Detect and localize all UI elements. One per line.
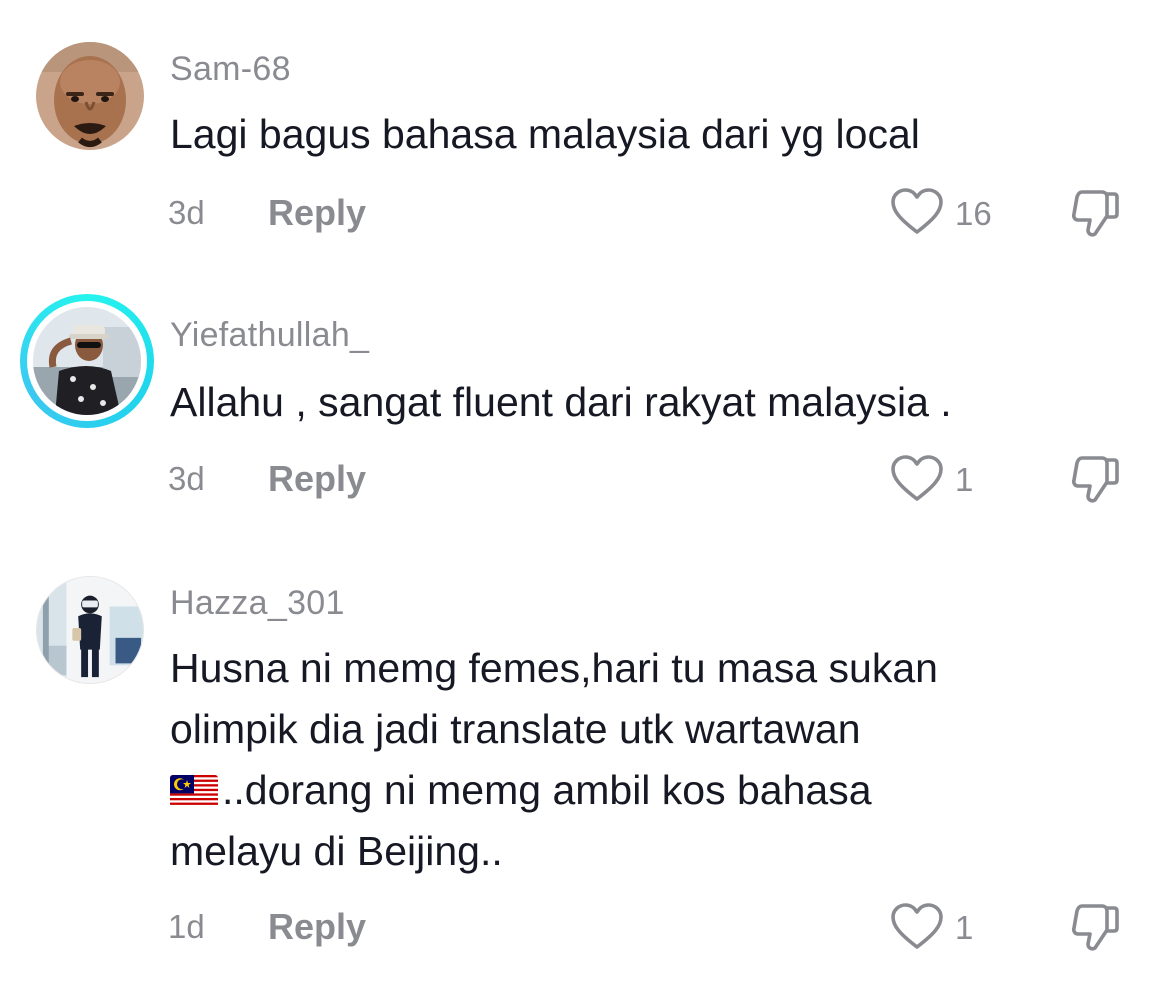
- malaysia-flag-icon: [170, 775, 218, 807]
- comment-text-segment: ..dorang ni memg ambil kos bahasa: [222, 767, 872, 813]
- thumbs-down-outline-icon[interactable]: [1068, 452, 1122, 506]
- avatar[interactable]: [36, 42, 144, 150]
- like-count: 1: [955, 909, 974, 946]
- thumbs-down-outline-icon[interactable]: [1068, 900, 1122, 954]
- thumbs-down-outline-icon[interactable]: [1068, 186, 1122, 240]
- heart-outline-icon[interactable]: [890, 188, 944, 236]
- reply-button[interactable]: Reply: [268, 458, 366, 500]
- heart-outline-icon[interactable]: [890, 903, 944, 951]
- comment-text: Lagi bagus bahasa malaysia dari yg local: [170, 104, 920, 165]
- comment-username[interactable]: Sam-68: [170, 50, 291, 89]
- comment-text-line: olimpik dia jadi translate utk wartawan: [170, 706, 861, 752]
- user-avatar-photo-icon: [36, 42, 144, 150]
- avatar[interactable]: [33, 307, 141, 415]
- reply-button[interactable]: Reply: [268, 906, 366, 948]
- comment-text-line: Lagi bagus bahasa malaysia dari yg local: [170, 111, 920, 157]
- reply-button[interactable]: Reply: [268, 192, 366, 234]
- like-count: 16: [955, 195, 992, 232]
- comment-text: Husna ni memg femes,hari tu masa sukan o…: [170, 638, 938, 882]
- comment-text-line: Allahu , sangat fluent dari rakyat malay…: [170, 379, 952, 425]
- like-count: 1: [955, 461, 974, 498]
- comment-timestamp: 3d: [168, 460, 205, 497]
- comment-timestamp: 1d: [168, 908, 205, 945]
- comment-text-line: Husna ni memg femes,hari tu masa sukan: [170, 645, 938, 691]
- user-avatar-photo-icon: [37, 577, 143, 683]
- comment-text-line-with-emoji: ..dorang ni memg ambil kos bahasa: [170, 760, 938, 821]
- avatar[interactable]: [36, 576, 144, 684]
- heart-outline-icon[interactable]: [890, 455, 944, 503]
- user-avatar-photo-icon: [33, 307, 141, 415]
- comment-timestamp: 3d: [168, 194, 205, 231]
- comment-text-line: melayu di Beijing..: [170, 828, 503, 874]
- comment-text: Allahu , sangat fluent dari rakyat malay…: [170, 372, 952, 433]
- comment-username[interactable]: Yiefathullah_: [170, 316, 369, 355]
- comment-username[interactable]: Hazza_301: [170, 584, 345, 623]
